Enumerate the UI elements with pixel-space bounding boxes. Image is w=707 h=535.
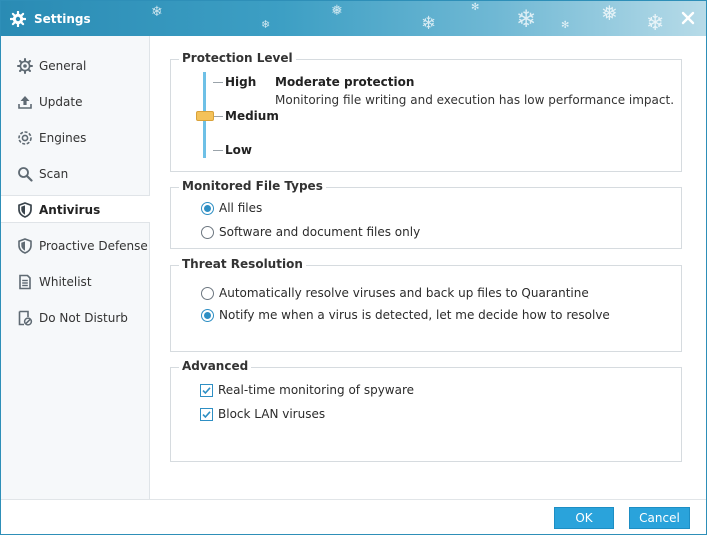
sidebar-item-label: Engines	[39, 131, 87, 145]
software-documents-radio-option[interactable]: Software and document files only	[201, 225, 501, 241]
sidebar-item-label: Proactive Defense	[39, 239, 148, 253]
spyware-monitoring-label: Real-time monitoring of spyware	[218, 383, 415, 397]
protection-level-slider-thumb[interactable]	[196, 111, 214, 121]
search-icon	[18, 167, 33, 182]
sidebar-item-label: Update	[39, 95, 83, 109]
sidebar: General Update Engines Scan Antivirus Pr…	[1, 36, 150, 499]
sidebar-item-scan[interactable]: Scan	[1, 160, 149, 188]
advanced-group: Advanced Real-time monitoring of spyware…	[170, 359, 682, 462]
software-documents-radio[interactable]	[201, 226, 214, 239]
sidebar-item-label: Scan	[39, 167, 69, 181]
list-icon	[19, 274, 31, 290]
software-documents-label: Software and document files only	[219, 225, 421, 239]
sidebar-item-do-not-disturb[interactable]: Do Not Disturb	[1, 304, 149, 332]
tick-low	[213, 150, 223, 151]
sidebar-item-label: Whitelist	[39, 275, 92, 289]
spyware-monitoring-option[interactable]: Real-time monitoring of spyware	[200, 383, 500, 399]
shield-icon	[18, 202, 32, 218]
sidebar-item-proactive-defense[interactable]: Proactive Defense	[1, 232, 149, 260]
do-not-disturb-icon	[18, 310, 33, 326]
level-low-label[interactable]: Low	[225, 143, 252, 157]
upload-icon	[18, 96, 32, 109]
dialog-footer: OK Cancel	[1, 499, 706, 534]
ok-button[interactable]: OK	[554, 507, 614, 529]
sidebar-item-engines[interactable]: Engines	[1, 124, 149, 152]
tick-high	[213, 82, 223, 83]
block-lan-viruses-label: Block LAN viruses	[218, 407, 326, 421]
level-medium-label[interactable]: Medium	[225, 109, 279, 123]
check-icon	[202, 411, 211, 419]
settings-window: ❄ ❄ ❅ ❄ ✻ ❄ ✻ ❅ ❄ Settings General Updat…	[0, 0, 707, 535]
monitored-file-types-legend: Monitored File Types	[179, 179, 326, 193]
block-lan-viruses-option[interactable]: Block LAN viruses	[200, 407, 500, 423]
sidebar-item-label: General	[39, 59, 87, 73]
antivirus-settings-panel: Protection Level High Medium Low Moderat…	[151, 36, 706, 499]
notify-me-radio-option[interactable]: Notify me when a virus is detected, let …	[201, 308, 671, 324]
notify-me-label: Notify me when a virus is detected, let …	[219, 308, 610, 322]
window-title: Settings	[34, 12, 91, 26]
check-icon	[202, 387, 211, 395]
gear-icon	[17, 58, 33, 74]
sidebar-item-update[interactable]: Update	[1, 88, 149, 116]
sidebar-item-antivirus[interactable]: Antivirus	[1, 195, 150, 223]
shield-icon	[18, 238, 32, 254]
title-bar[interactable]: ❄ ❄ ❅ ❄ ✻ ❄ ✻ ❅ ❄ Settings	[1, 1, 706, 36]
all-files-radio-option[interactable]: All files	[201, 201, 501, 217]
auto-resolve-radio[interactable]	[201, 287, 214, 300]
monitored-file-types-group: Monitored File Types All files Software …	[170, 179, 682, 249]
auto-resolve-radio-option[interactable]: Automatically resolve viruses and back u…	[201, 286, 671, 302]
cancel-button[interactable]: Cancel	[629, 507, 690, 529]
protection-level-group: Protection Level High Medium Low Moderat…	[170, 51, 682, 172]
all-files-label: All files	[219, 201, 263, 215]
threat-resolution-group: Threat Resolution Automatically resolve …	[170, 257, 682, 352]
all-files-radio[interactable]	[201, 202, 214, 215]
close-icon[interactable]	[680, 10, 696, 26]
auto-resolve-label: Automatically resolve viruses and back u…	[219, 286, 589, 300]
advanced-legend: Advanced	[179, 359, 252, 373]
threat-resolution-legend: Threat Resolution	[179, 257, 306, 271]
level-high-label[interactable]: High	[225, 75, 256, 89]
protection-level-legend: Protection Level	[179, 51, 296, 65]
level-title: Moderate protection	[275, 75, 415, 89]
engine-icon	[18, 131, 32, 145]
sidebar-item-label: Antivirus	[39, 203, 101, 217]
settings-logo-icon	[10, 11, 26, 27]
sidebar-item-whitelist[interactable]: Whitelist	[1, 268, 149, 296]
tick-medium	[213, 116, 223, 117]
notify-me-radio[interactable]	[201, 309, 214, 322]
sidebar-item-label: Do Not Disturb	[39, 311, 128, 325]
sidebar-item-general[interactable]: General	[1, 52, 149, 80]
level-description: Monitoring file writing and execution ha…	[275, 93, 675, 107]
spyware-monitoring-checkbox[interactable]	[200, 384, 213, 397]
block-lan-viruses-checkbox[interactable]	[200, 408, 213, 421]
